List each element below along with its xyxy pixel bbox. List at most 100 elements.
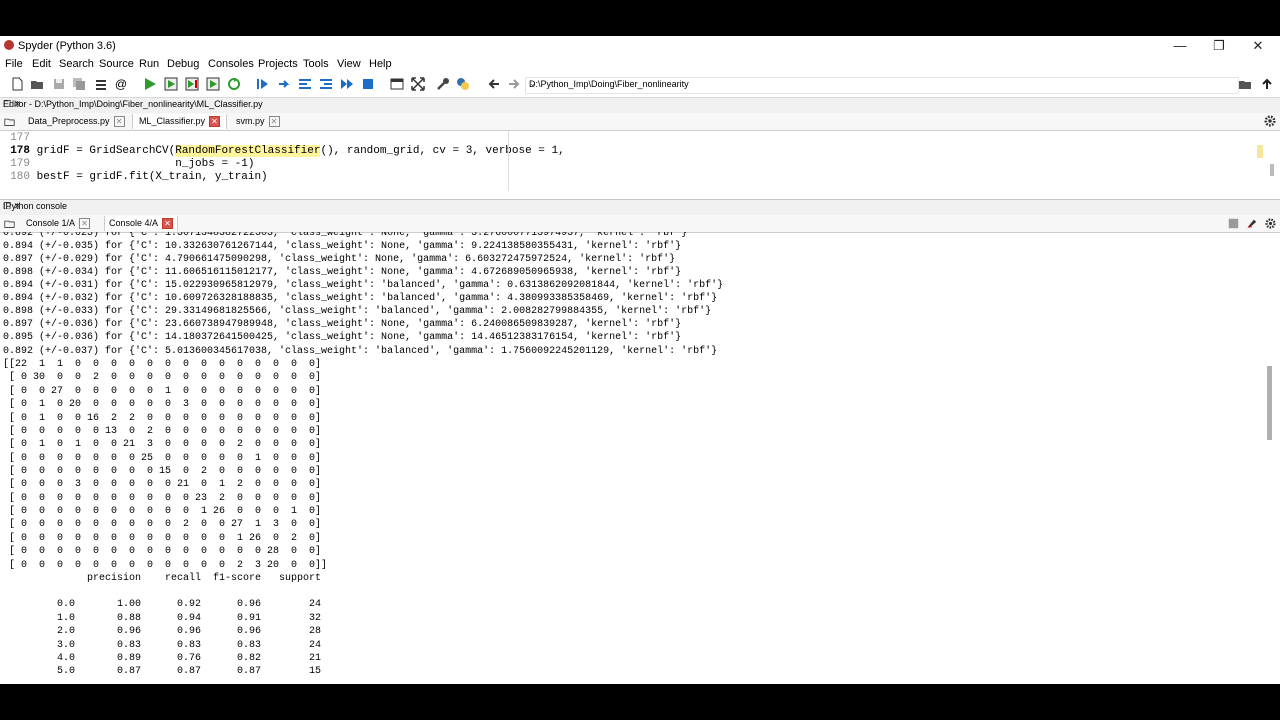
clear-console-eraser-icon[interactable]: [1246, 218, 1257, 229]
gear-icon[interactable]: [1265, 218, 1276, 229]
menu-run[interactable]: Run: [139, 58, 159, 70]
run-selection-icon[interactable]: [206, 77, 220, 91]
confusion-matrix-row: [ 0 30 0 0 2 0 0 0 0 0 0 0 0 0 0 0 0]: [3, 372, 322, 383]
step-into-icon[interactable]: [298, 77, 312, 91]
pane-undock-close-icons[interactable]: ❐ ✕: [3, 201, 1276, 212]
close-tab-icon[interactable]: ✕: [162, 218, 174, 230]
tab-console-1a[interactable]: Console 1/A ✕: [26, 216, 91, 231]
run-cell-advance-icon[interactable]: [185, 77, 199, 91]
pane-undock-close-icons[interactable]: ❐ ✕: [3, 99, 1276, 110]
confusion-matrix-row: [ 0 0 0 0 0 0 0 0 0 0 0 0 2 3 20 0 0]]: [3, 560, 328, 571]
interrupt-kernel-icon[interactable]: [1228, 218, 1239, 229]
close-tab-icon[interactable]: ✕: [79, 218, 91, 230]
confusion-matrix-row: [ 0 1 0 20 0 0 0 0 0 3 0 0 0 0 0 0 0]: [3, 399, 322, 410]
preferences-wrench-icon[interactable]: [436, 77, 450, 91]
menu-debug[interactable]: Debug: [167, 58, 199, 70]
tab-data-preprocess[interactable]: Data_Preprocess.py ✕: [28, 114, 125, 129]
console-tabbar: Console 1/A ✕ Console 4/A ✕: [0, 215, 1280, 233]
menu-tools[interactable]: Tools: [303, 58, 329, 70]
report-row: 5.0 0.87 0.87 0.87 15: [3, 666, 322, 677]
step-return-icon[interactable]: [319, 77, 333, 91]
confusion-matrix-row: [ 0 0 0 0 0 0 0 0 15 0 2 0 0 0 0 0 0]: [3, 466, 322, 477]
fullscreen-icon[interactable]: [411, 77, 425, 91]
menu-file[interactable]: File: [5, 58, 23, 70]
code-editor[interactable]: 177 178 gridF = GridSearchCV(RandomFores…: [0, 131, 1255, 191]
ipython-console-output[interactable]: 0.892 (+/-0.025) for {'C': 1.30713483827…: [0, 232, 1262, 684]
code-line-current: 178 gridF = GridSearchCV(RandomForestCla…: [10, 145, 565, 157]
continue-icon[interactable]: [340, 77, 354, 91]
confusion-matrix-row: [ 0 0 0 0 0 0 0 0 0 0 0 0 1 26 0 2 0]: [3, 533, 322, 544]
title-bar: Spyder (Python 3.6) — ❐ ✕: [0, 36, 1280, 56]
gear-icon[interactable]: [1264, 115, 1276, 127]
confusion-matrix-row: [ 0 0 0 0 0 0 0 0 0 0 0 0 0 0 28 0 0]: [3, 546, 322, 557]
parent-directory-icon[interactable]: [1260, 77, 1274, 91]
tab-console-4a[interactable]: Console 4/A ✕: [104, 216, 179, 231]
run-icon[interactable]: [143, 77, 157, 91]
menu-consoles[interactable]: Consoles: [208, 58, 254, 70]
confusion-matrix-row: [ 0 0 0 3 0 0 0 0 0 21 0 1 2 0 0 0 0]: [3, 479, 322, 490]
console-line: 0.894 (+/-0.032) for {'C': 10.6097263281…: [3, 293, 718, 304]
list-icon[interactable]: [94, 77, 108, 91]
step-icon[interactable]: [277, 77, 291, 91]
close-button[interactable]: ✕: [1243, 37, 1273, 55]
menu-help[interactable]: Help: [369, 58, 392, 70]
menu-edit[interactable]: Edit: [32, 58, 51, 70]
report-row: 1.0 0.88 0.94 0.91 32: [3, 613, 322, 624]
rerun-icon[interactable]: [227, 77, 241, 91]
debug-icon[interactable]: [255, 77, 269, 91]
console-scrollbar-thumb[interactable]: [1267, 366, 1272, 440]
menu-search[interactable]: Search: [59, 58, 94, 70]
menu-source[interactable]: Source: [99, 58, 134, 70]
browse-folder-icon[interactable]: [1238, 77, 1252, 91]
confusion-matrix-row: [ 0 0 0 0 0 13 0 2 0 0 0 0 0 0 0 0 0]: [3, 426, 322, 437]
close-tab-icon[interactable]: ✕: [113, 116, 125, 128]
maximize-pane-icon[interactable]: [390, 77, 404, 91]
browse-tabs-folder-icon[interactable]: [4, 116, 15, 127]
confusion-matrix-row: [ 0 1 0 0 16 2 2 0 0 0 0 0 0 0 0 0 0]: [3, 413, 322, 424]
forward-arrow-icon[interactable]: [507, 77, 521, 91]
save-icon[interactable]: [52, 77, 66, 91]
console-line: 0.894 (+/-0.035) for {'C': 10.3326307612…: [3, 241, 682, 252]
new-file-icon[interactable]: [10, 77, 24, 91]
code-line: 179 n_jobs = -1): [10, 158, 255, 170]
menu-projects[interactable]: Projects: [258, 58, 298, 70]
editor-tabbar: Data_Preprocess.py ✕ ML_Classifier.py ✕ sv…: [0, 113, 1280, 131]
editor-scrollbar[interactable]: [1270, 164, 1274, 176]
chevron-down-icon[interactable]: ⌄: [529, 78, 1235, 89]
open-file-icon[interactable]: [30, 77, 44, 91]
current-line-marker: [1257, 145, 1263, 158]
python-path-icon[interactable]: [456, 77, 470, 91]
at-icon[interactable]: @: [114, 77, 128, 91]
report-row: 0.0 1.00 0.92 0.96 24: [3, 599, 322, 610]
spyder-logo-icon: [4, 40, 14, 50]
console-line: 0.898 (+/-0.033) for {'C': 29.3314968182…: [3, 306, 712, 317]
report-row: 4.0 0.89 0.76 0.82 21: [3, 653, 322, 664]
console-line: 0.897 (+/-0.029) for {'C': 4.79066147509…: [3, 254, 676, 265]
console-folder-icon[interactable]: [4, 218, 15, 229]
tab-svm[interactable]: svm.py ✕: [236, 114, 280, 129]
menu-view[interactable]: View: [337, 58, 361, 70]
report-row: 2.0 0.96 0.96 0.96 28: [3, 626, 322, 637]
console-line: 0.897 (+/-0.036) for {'C': 23.6607389479…: [3, 319, 682, 330]
stop-debug-icon[interactable]: [361, 77, 375, 91]
close-tab-icon[interactable]: ✕: [268, 116, 280, 128]
console-line: 0.892 (+/-0.037) for {'C': 5.01360034561…: [3, 346, 718, 357]
confusion-matrix-row: [ 0 1 0 1 0 0 21 3 0 0 0 0 2 0 0 0 0]: [3, 439, 322, 450]
editor-pane-header: Editor - D:\Python_Imp\Doing\Fiber_nonli…: [0, 97, 1280, 113]
report-row: 3.0 0.83 0.83 0.83 24: [3, 640, 322, 651]
save-all-icon[interactable]: [72, 77, 86, 91]
edge-line: [508, 131, 509, 191]
maximize-button[interactable]: ❐: [1204, 37, 1234, 55]
highlighted-class-name: RandomForestClassifier: [175, 145, 321, 157]
tab-ml-classifier[interactable]: ML_Classifier.py ✕: [132, 114, 228, 129]
code-line: 177: [10, 132, 30, 144]
working-directory-combobox[interactable]: D:\Python_Imp\Doing\Fiber_nonlinearity ⌄: [525, 77, 1239, 94]
spyder-window: Spyder (Python 3.6) — ❐ ✕ File Edit Sear…: [0, 36, 1280, 684]
run-cell-icon[interactable]: [164, 77, 178, 91]
minimize-button[interactable]: —: [1165, 37, 1195, 55]
report-header: precision recall f1-score support: [3, 573, 322, 584]
close-tab-icon[interactable]: ✕: [209, 116, 221, 128]
confusion-matrix-row: [ 0 0 27 0 0 0 0 0 1 0 0 0 0 0 0 0 0]: [3, 386, 322, 397]
console-line: 0.892 (+/-0.025) for {'C': 1.30713483827…: [3, 232, 688, 239]
back-arrow-icon[interactable]: [487, 77, 501, 91]
